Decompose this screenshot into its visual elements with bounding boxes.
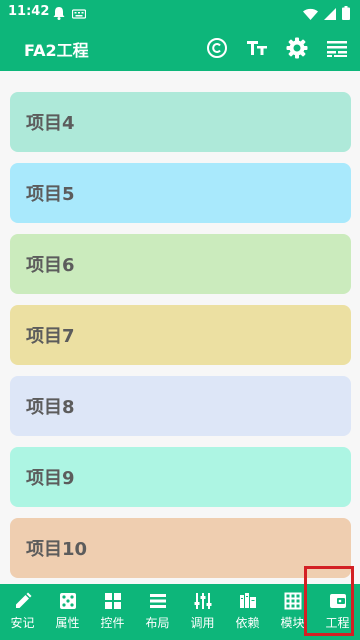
nav-label: 布局 [145, 616, 170, 630]
nav-label: 依赖 [235, 616, 260, 630]
item-card[interactable]: 项目5 [10, 163, 351, 223]
nav-item-properties[interactable]: 属性 [45, 584, 90, 640]
pencil-icon [14, 592, 32, 610]
sliders-icon [194, 592, 212, 610]
item-card[interactable]: 项目6 [10, 234, 351, 294]
text-size-icon[interactable] [244, 35, 270, 61]
widgets-icon [104, 592, 122, 610]
list-icon [149, 592, 167, 610]
library-icon [239, 592, 257, 610]
item-card[interactable]: 项目7 [10, 305, 351, 365]
nav-label: 模块 [280, 616, 305, 630]
item-label: 项目10 [26, 539, 88, 560]
app-bar: FA2工程 [0, 24, 360, 71]
nav-label: 调用 [190, 616, 215, 630]
nav-item-dependencies[interactable]: 依赖 [225, 584, 270, 640]
item-label: 项目9 [26, 468, 75, 489]
item-card[interactable]: 项目10 [10, 518, 351, 578]
subtitles-icon[interactable] [324, 35, 350, 61]
wifi-icon [303, 5, 318, 24]
grid-icon [284, 592, 302, 610]
item-label: 项目5 [26, 184, 75, 205]
nav-item-anji[interactable]: 安记 [0, 584, 45, 640]
highlight-box [304, 566, 354, 636]
item-card[interactable]: 项目8 [10, 376, 351, 436]
nav-item-widgets[interactable]: 控件 [90, 584, 135, 640]
item-card[interactable]: 项目4 [10, 92, 351, 152]
item-list: 项目4 项目5 项目6 项目7 项目8 项目9 项目10 [10, 92, 351, 589]
nav-label: 安记 [10, 616, 35, 630]
nav-item-layout[interactable]: 布局 [135, 584, 180, 640]
signal-icon [324, 5, 336, 24]
item-label: 项目6 [26, 255, 75, 276]
nav-label: 属性 [55, 616, 80, 630]
battery-icon [342, 5, 350, 24]
nav-label: 控件 [100, 616, 125, 630]
item-label: 项目8 [26, 397, 75, 418]
copyright-icon[interactable] [204, 35, 230, 61]
item-label: 项目4 [26, 113, 75, 134]
dice-icon [59, 592, 77, 610]
settings-icon[interactable] [284, 35, 310, 61]
item-card[interactable]: 项目9 [10, 447, 351, 507]
nav-item-invoke[interactable]: 调用 [180, 584, 225, 640]
item-label: 项目7 [26, 326, 75, 347]
status-bar: 11:42 [0, 0, 360, 24]
status-time: 11:42 [8, 4, 50, 19]
notification-bell-icon [53, 5, 65, 24]
keyboard-icon [71, 5, 87, 24]
app-title: FA2工程 [24, 41, 89, 60]
